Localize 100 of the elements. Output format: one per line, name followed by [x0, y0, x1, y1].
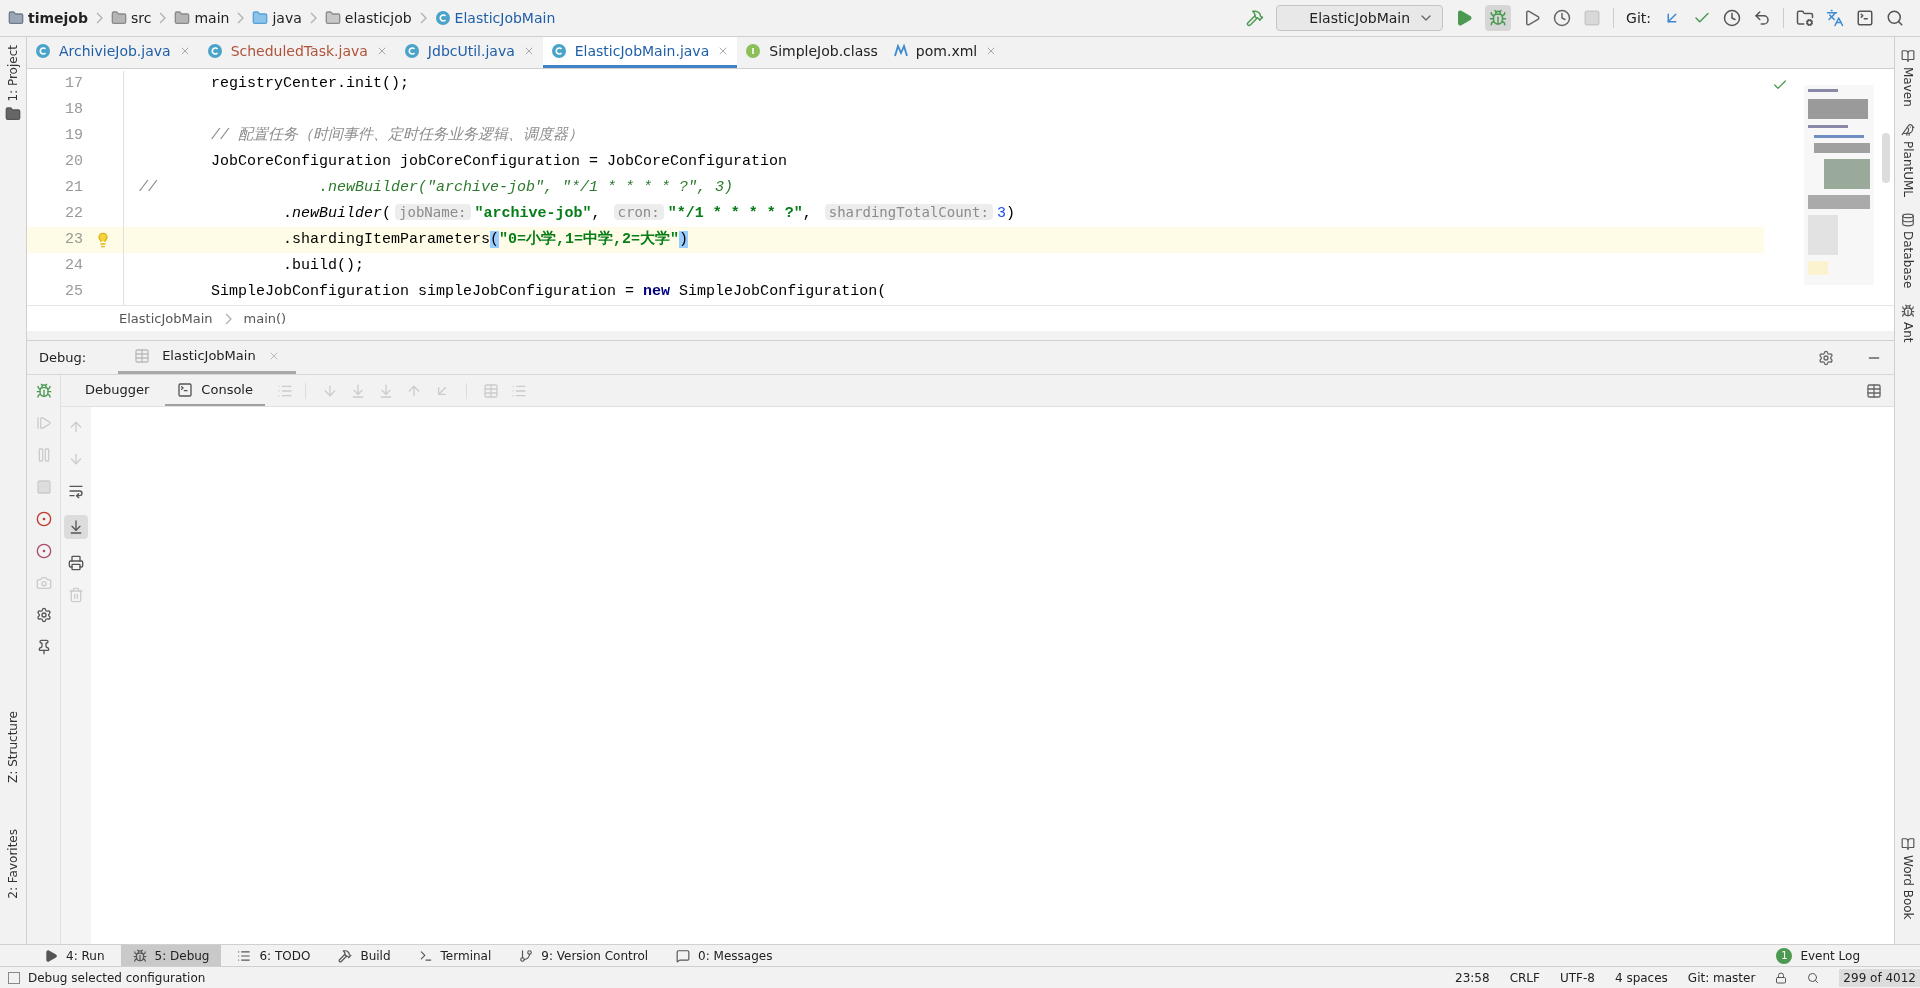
nav-path-item[interactable]: java: [272, 7, 302, 29]
code-line: // 配置任务（时间事件、定时任务业务逻辑、调度器）: [210, 125, 584, 146]
status-item[interactable]: 4 spaces: [1614, 968, 1668, 987]
class-icon: [434, 10, 451, 26]
editor-tab[interactable]: SimpleJob.class: [737, 37, 886, 68]
debug-icon[interactable]: [35, 383, 52, 399]
tab-label: ElasticJobMain.java: [574, 41, 710, 61]
project-folder-icon: [8, 10, 24, 26]
tool-window-tab[interactable]: Build: [326, 945, 403, 966]
folder-icon: [174, 10, 191, 26]
book-icon: [1900, 837, 1915, 852]
settings-icon[interactable]: [35, 607, 52, 623]
notification-count: 1: [1776, 947, 1793, 964]
project-structure-icon[interactable]: [1796, 9, 1814, 27]
debug-title: Debug:: [39, 348, 87, 367]
chevron-icon: [419, 12, 427, 24]
debug-icon[interactable]: [1489, 9, 1508, 27]
coverage-icon[interactable]: [1523, 9, 1542, 27]
status-item[interactable]: UTF-8: [1559, 968, 1595, 987]
messages-icon: [676, 948, 691, 963]
breakpoints-icon[interactable]: [35, 511, 52, 527]
class-icon: [745, 43, 762, 59]
build-icon[interactable]: [1246, 9, 1265, 27]
mute-breakpoints-icon[interactable]: [35, 543, 52, 559]
source-folder-icon: [252, 10, 269, 26]
tool-window-button[interactable]: Word Book: [1894, 855, 1920, 920]
tool-window-icon: [1900, 122, 1915, 137]
tool-window-tab[interactable]: 9: Version Control: [507, 945, 661, 966]
tool-window-button[interactable]: Maven: [1894, 67, 1920, 107]
lightbulb-icon[interactable]: [95, 232, 111, 248]
class-icon: [206, 43, 223, 59]
tab-label: SimpleJob.class: [769, 41, 878, 61]
line-number: 19: [64, 125, 83, 146]
breadcrumb-item[interactable]: ElasticJobMain: [119, 308, 213, 329]
tool-window-button[interactable]: PlantUML: [1894, 140, 1920, 197]
debug-tab[interactable]: Debugger: [73, 375, 162, 406]
editor-tab[interactable]: ScheduledTask.java: [198, 37, 396, 68]
search-icon[interactable]: [1886, 9, 1904, 27]
tool-window-button[interactable]: Ant: [1894, 322, 1920, 343]
chevron-icon: [96, 12, 103, 24]
run-configuration-dropdown[interactable]: ElasticJobMain: [1276, 5, 1444, 31]
nav-path-item[interactable]: elasticjob: [344, 7, 412, 29]
status-item[interactable]: Git: master: [1687, 968, 1756, 987]
tool-window-button[interactable]: Z: Structure: [0, 711, 26, 784]
search-icon[interactable]: [1807, 971, 1820, 984]
scroll-to-end-icon[interactable]: [68, 519, 84, 535]
event-log-button[interactable]: Event Log: [1796, 946, 1864, 965]
hammer-icon: [338, 948, 353, 963]
lock-icon[interactable]: [1775, 971, 1788, 984]
chevron-icon: [237, 12, 245, 24]
editor-tab[interactable]: ArchivieJob.java: [27, 37, 199, 68]
scrollbar-thumb[interactable]: [1882, 133, 1890, 183]
nav-path-item[interactable]: timejob: [28, 7, 88, 29]
settings-icon[interactable]: [1818, 349, 1834, 366]
editor-tab[interactable]: pom.xml: [885, 37, 1006, 68]
nav-path-item[interactable]: src: [131, 7, 152, 29]
package-icon: [324, 10, 341, 26]
translate-icon[interactable]: [1826, 9, 1844, 27]
code-line: JobCoreConfiguration jobCoreConfiguration = JobCoreConfiguration: [210, 151, 788, 172]
revert-icon[interactable]: [1753, 9, 1771, 27]
tool-window-tab[interactable]: 4: Run: [32, 945, 117, 966]
status-item[interactable]: CRLF: [1509, 968, 1540, 987]
tool-window-button[interactable]: 1: Project: [0, 45, 26, 102]
breadcrumb-item[interactable]: main(): [243, 308, 287, 329]
tool-window-icon: [1900, 49, 1915, 63]
line-number: 24: [64, 255, 83, 276]
tool-window-tab[interactable]: 6: TODO: [225, 945, 323, 966]
line-number: 18: [64, 99, 83, 120]
tool-window-button[interactable]: 2: Favorites: [0, 828, 26, 899]
tool-window-tab[interactable]: Terminal: [406, 945, 504, 966]
history-icon[interactable]: [1723, 9, 1741, 27]
run-icon[interactable]: [1455, 9, 1474, 27]
nav-path-item[interactable]: ElasticJobMain: [454, 7, 556, 29]
tool-window-button[interactable]: Database: [1894, 230, 1920, 289]
git-label: Git:: [1626, 8, 1651, 28]
code-line: .build();: [282, 255, 365, 276]
line-number: 22: [64, 203, 83, 224]
status-item[interactable]: 23:58: [1455, 968, 1490, 987]
tool-window-tab[interactable]: 0: Messages: [664, 945, 785, 966]
code-line: .newBuilder( jobName: "archive-job", cron: "*/1 * * * * ?", shardingTotalCount: 3): [282, 203, 1015, 225]
class-icon: [550, 43, 567, 59]
nav-path-item[interactable]: main: [194, 7, 230, 29]
tab-label: ScheduledTask.java: [230, 41, 368, 61]
maven-icon: [893, 44, 908, 58]
line-number: 20: [64, 151, 83, 172]
console-icon: [177, 381, 194, 398]
editor-tab[interactable]: ElasticJobMain.java: [542, 37, 738, 68]
tool-window-icon: [1900, 304, 1915, 319]
soft-wrap-icon[interactable]: [68, 483, 84, 499]
toggle-tool-windows-icon[interactable]: [8, 971, 20, 984]
line-number: 25: [64, 281, 83, 302]
editor-tab[interactable]: JdbcUtil.java: [395, 37, 543, 68]
run-icon: [44, 948, 58, 963]
code-line: SimpleJobConfiguration simpleJobConfiguration = new SimpleJobConfiguration(: [210, 281, 887, 302]
line-number: 21: [64, 177, 83, 198]
memory-indicator[interactable]: 299 of 4012: [1839, 968, 1920, 987]
print-icon[interactable]: [68, 555, 84, 571]
tool-window-tab[interactable]: 5: Debug: [120, 945, 222, 966]
debug-session-tab[interactable]: ElasticJobMain: [118, 341, 296, 374]
terminal-icon[interactable]: [1856, 9, 1874, 27]
